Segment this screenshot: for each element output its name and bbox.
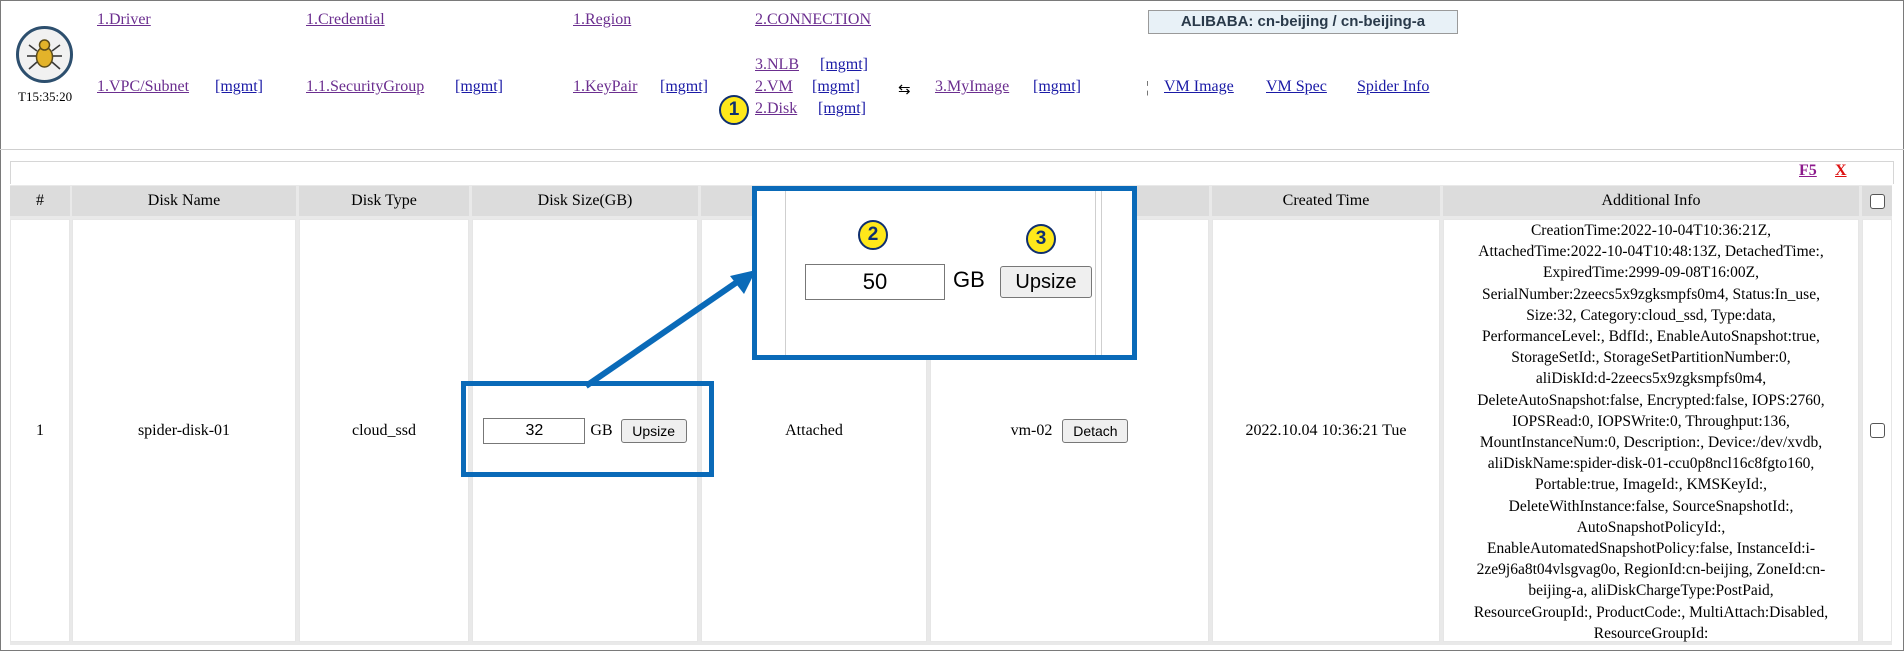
vm-image-link[interactable]: VM Image <box>1164 78 1234 96</box>
info-line: Size:32, Category:cloud_ssd, Type:data, <box>1526 306 1776 324</box>
connection-badge: ALIBABA: cn-beijing / cn-beijing-a <box>1148 10 1458 34</box>
disk-link[interactable]: 2.Disk <box>755 100 797 118</box>
myimage-mgmt-link[interactable]: [mgmt] <box>1033 78 1081 96</box>
driver-link[interactable]: 1.Driver <box>97 11 151 29</box>
close-link[interactable]: X <box>1835 162 1847 180</box>
info-line: AutoSnapshotPolicyId:, <box>1576 518 1726 536</box>
refresh-link[interactable]: F5 <box>1799 162 1817 180</box>
col-header-disk-name: Disk Name <box>72 186 296 216</box>
info-line: aliDiskName:spider-disk-01-ccu0p8ncl16c8… <box>1487 455 1815 473</box>
zoom-callout: 2 3 GB Upsize <box>752 186 1137 360</box>
vpc-subnet-link[interactable]: 1.VPC/Subnet <box>97 78 189 96</box>
col-header-index: # <box>10 186 70 216</box>
row-disk-name: spider-disk-01 <box>72 219 296 642</box>
select-all-cell <box>1862 186 1892 216</box>
info-line: IOPSRead:0, IOPSWrite:0, Throughput:136, <box>1512 412 1790 430</box>
info-line: DeleteWithInstance:false, SourceSnapshot… <box>1508 497 1794 515</box>
keypair-mgmt-link[interactable]: [mgmt] <box>660 78 708 96</box>
header-divider <box>0 149 1904 150</box>
info-line: SerialNumber:2zeecs5x9zgksmpfs0m4, Statu… <box>1482 285 1820 303</box>
region-link[interactable]: 1.Region <box>573 11 631 29</box>
row-select-cell <box>1862 219 1892 642</box>
info-line: MountInstanceNum:0, Description:, Device… <box>1479 434 1823 452</box>
col-header-disk-type: Disk Type <box>299 186 469 216</box>
col-header-disk-size: Disk Size(GB) <box>472 186 698 216</box>
spider-info-link[interactable]: Spider Info <box>1357 78 1429 96</box>
info-line: Portable:true, ImageId:, KMSKeyId:, <box>1534 476 1767 494</box>
info-line: ResourceGroupId: <box>1593 624 1709 642</box>
info-line: beijing-a, aliDiskChargeType:PostPaid, <box>1528 582 1774 600</box>
zoomed-size-unit: GB <box>953 267 985 292</box>
zoomed-upsize-button[interactable]: Upsize <box>1000 266 1092 298</box>
row-select-checkbox[interactable] <box>1869 423 1885 438</box>
info-line: ResourceGroupId:, ProductCode:, MultiAtt… <box>1473 603 1829 621</box>
credential-link[interactable]: 1.Credential <box>306 11 385 29</box>
col-header-created-time: Created Time <box>1212 186 1440 216</box>
info-line: aliDiskId:d-2zeecs5x9zgksmpfs0m4, <box>1535 370 1767 388</box>
vm-mgmt-link[interactable]: [mgmt] <box>812 78 860 96</box>
step-2-badge: 2 <box>858 220 888 250</box>
info-line: PerformanceLevel:, BdfId:, EnableAutoSna… <box>1482 328 1820 346</box>
separator: ¦ <box>1146 79 1150 96</box>
vm-link[interactable]: 2.VM <box>755 78 793 96</box>
row-disk-type: cloud_ssd <box>299 219 469 642</box>
select-all-checkbox[interactable] <box>1869 193 1885 209</box>
zoom-arrow <box>584 270 756 389</box>
vm-spec-link[interactable]: VM Spec <box>1266 78 1327 96</box>
nlb-mgmt-link[interactable]: [mgmt] <box>820 56 868 74</box>
info-line: EnableAutomatedSnapshotPolicy:false, Ins… <box>1487 540 1815 558</box>
step-1-badge: 1 <box>719 95 749 125</box>
zoomed-disk-size-input[interactable] <box>805 264 945 300</box>
keypair-link[interactable]: 1.KeyPair <box>573 78 637 96</box>
info-line: CreationTime:2022-10-04T10:36:21Z, <box>1530 222 1772 239</box>
step-3-badge: 3 <box>1026 224 1056 254</box>
clock-time: T15:35:20 <box>18 89 73 104</box>
disk-mgmt-link[interactable]: [mgmt] <box>818 100 866 118</box>
info-line: DeleteAutoSnapshot:false, Encrypted:fals… <box>1477 391 1825 409</box>
col-header-additional-info: Additional Info <box>1443 186 1859 216</box>
info-line: ExpiredTime:2999-09-08T16:00Z, <box>1543 264 1759 282</box>
table-toolbar <box>10 161 1894 184</box>
nlb-link[interactable]: 3.NLB <box>755 56 799 74</box>
security-group-link[interactable]: 1.1.SecurityGroup <box>306 78 424 96</box>
info-line: 2ze9j6a8t04vlsgvag0o, RegionId:cn-beijin… <box>1476 561 1826 579</box>
row-index: 1 <box>10 219 70 642</box>
detach-button[interactable]: Detach <box>1062 418 1129 443</box>
row-vm-name: vm-02 <box>1010 421 1053 439</box>
info-line: AttachedTime:2022-10-04T10:48:13Z, Detac… <box>1478 243 1824 261</box>
vpc-mgmt-link[interactable]: [mgmt] <box>215 78 263 96</box>
security-group-mgmt-link[interactable]: [mgmt] <box>455 78 503 96</box>
info-line: StorageSetId:, StorageSetPartitionNumber… <box>1511 349 1791 367</box>
row-created-time: 2022.10.04 10:36:21 Tue <box>1212 219 1440 642</box>
swap-icon: ⇆ <box>898 82 911 98</box>
spider-logo-icon[interactable] <box>16 26 73 83</box>
connection-link[interactable]: 2.CONNECTION <box>755 11 871 29</box>
myimage-link[interactable]: 3.MyImage <box>935 78 1009 96</box>
row-additional-info: CreationTime:2022-10-04T10:36:21Z, Attach… <box>1443 219 1859 642</box>
